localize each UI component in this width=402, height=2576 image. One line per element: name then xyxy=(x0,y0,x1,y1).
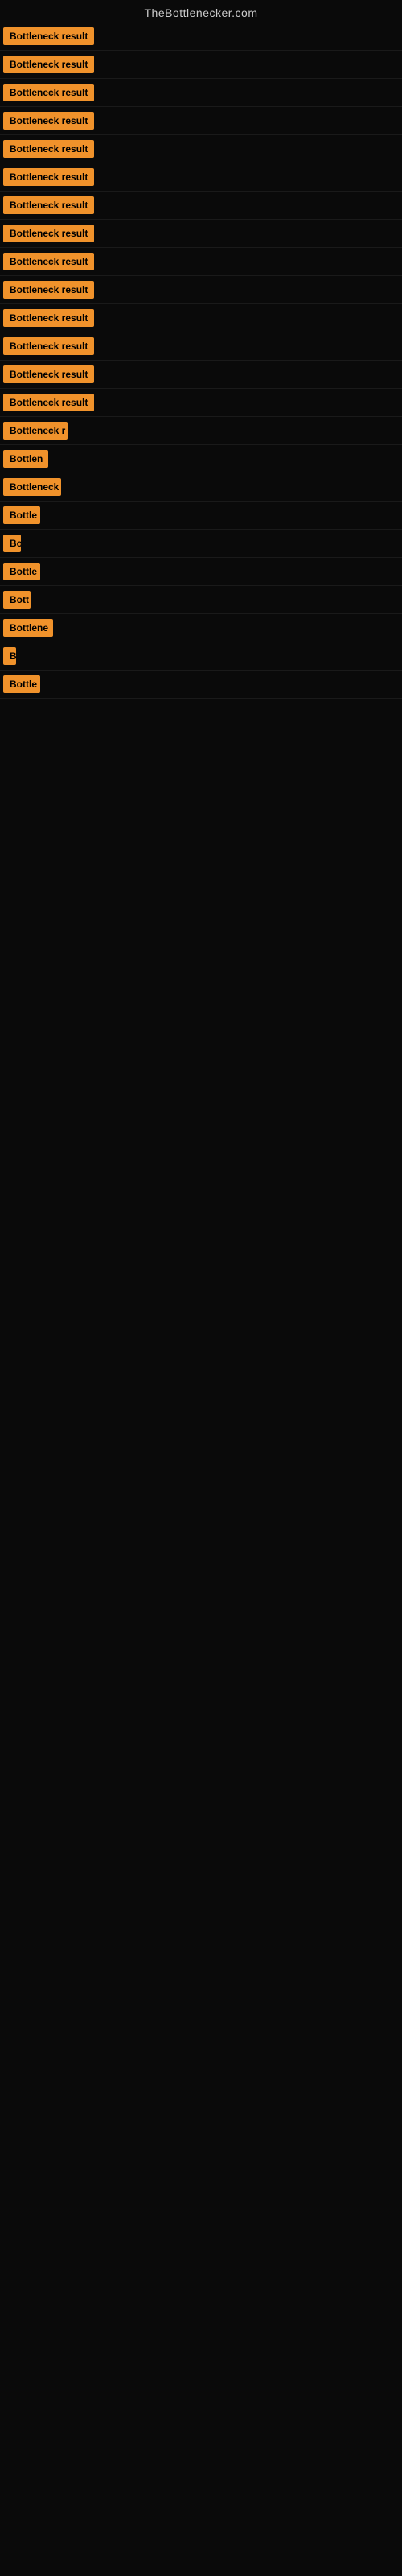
result-row: Bottle xyxy=(0,502,402,530)
bottleneck-badge[interactable]: Bottle xyxy=(3,675,40,693)
result-row: Bottle xyxy=(0,671,402,699)
result-row: B xyxy=(0,642,402,671)
bottleneck-badge[interactable]: Bottleneck result xyxy=(3,365,94,383)
result-row: Bottleneck result xyxy=(0,163,402,192)
bottleneck-badge[interactable]: Bottleneck result xyxy=(3,253,94,270)
result-row: Bottle xyxy=(0,558,402,586)
bottleneck-badge[interactable]: Bottleneck result xyxy=(3,84,94,101)
bottleneck-badge[interactable]: Bo xyxy=(3,535,21,552)
bottleneck-badge[interactable]: Bottleneck result xyxy=(3,56,94,73)
result-row: Bottleneck result xyxy=(0,192,402,220)
result-row: Bottlene xyxy=(0,614,402,642)
result-row: Bott xyxy=(0,586,402,614)
bottleneck-badge[interactable]: Bottleneck result xyxy=(3,140,94,158)
bottleneck-badge[interactable]: Bottleneck result xyxy=(3,27,94,45)
result-row: Bottleneck result xyxy=(0,135,402,163)
bottleneck-badge[interactable]: Bottleneck result xyxy=(3,309,94,327)
result-row: Bottleneck r xyxy=(0,417,402,445)
bottleneck-badge[interactable]: Bottleneck result xyxy=(3,394,94,411)
result-row: Bottleneck xyxy=(0,473,402,502)
result-row: Bottleneck result xyxy=(0,248,402,276)
page-wrapper: TheBottlenecker.com Bottleneck resultBot… xyxy=(0,0,402,699)
results-list: Bottleneck result Bottleneck result Bottle… xyxy=(0,23,402,699)
bottleneck-badge[interactable]: Bottlene xyxy=(3,619,53,637)
bottleneck-badge[interactable]: Bottleneck result xyxy=(3,112,94,130)
result-row: Bottleneck result xyxy=(0,79,402,107)
bottleneck-badge[interactable]: Bottleneck xyxy=(3,478,61,496)
result-row: Bottleneck result xyxy=(0,276,402,304)
bottleneck-badge[interactable]: Bottlen xyxy=(3,450,48,468)
result-row: Bottlen xyxy=(0,445,402,473)
bottleneck-badge[interactable]: B xyxy=(3,647,16,665)
result-row: Bo xyxy=(0,530,402,558)
result-row: Bottleneck result xyxy=(0,23,402,51)
site-title: TheBottlenecker.com xyxy=(0,0,402,23)
result-row: Bottleneck result xyxy=(0,389,402,417)
result-row: Bottleneck result xyxy=(0,304,402,332)
result-row: Bottleneck result xyxy=(0,220,402,248)
result-row: Bottleneck result xyxy=(0,361,402,389)
bottleneck-badge[interactable]: Bottleneck result xyxy=(3,281,94,299)
result-row: Bottleneck result xyxy=(0,332,402,361)
bottleneck-badge[interactable]: Bottleneck result xyxy=(3,196,94,214)
result-row: Bottleneck result xyxy=(0,107,402,135)
bottleneck-badge[interactable]: Bottleneck r xyxy=(3,422,68,440)
bottleneck-badge[interactable]: Bottle xyxy=(3,563,40,580)
bottleneck-badge[interactable]: Bottleneck result xyxy=(3,337,94,355)
bottleneck-badge[interactable]: Bottleneck result xyxy=(3,168,94,186)
bottleneck-badge[interactable]: Bottleneck result xyxy=(3,225,94,242)
result-row: Bottleneck result xyxy=(0,51,402,79)
bottleneck-badge[interactable]: Bottle xyxy=(3,506,40,524)
bottleneck-badge[interactable]: Bott xyxy=(3,591,31,609)
